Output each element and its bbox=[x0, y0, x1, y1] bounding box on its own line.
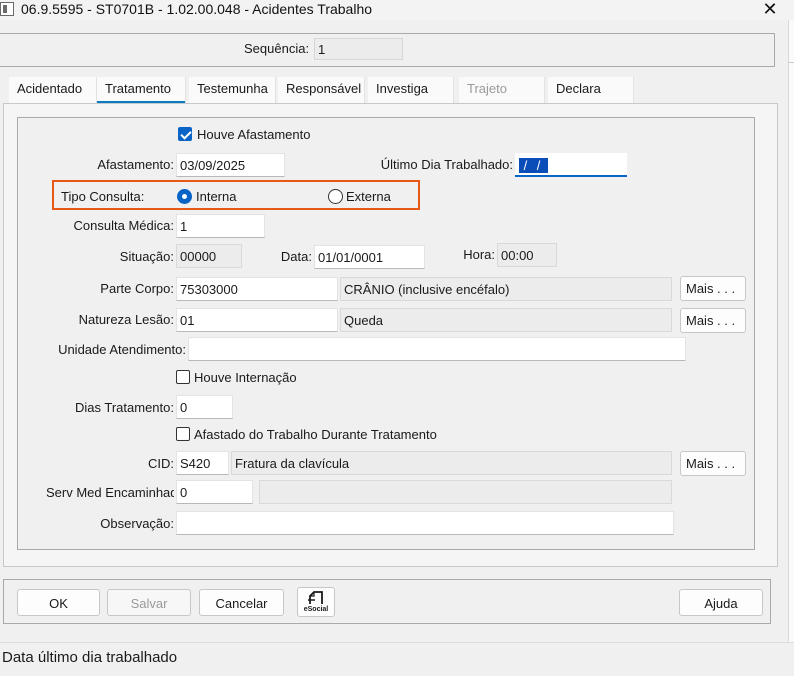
tab-responsavel[interactable]: Responsável bbox=[278, 77, 365, 103]
houve-internacao-label: Houve Internação bbox=[194, 370, 297, 385]
natureza-lesao-label: Natureza Lesão: bbox=[78, 312, 174, 327]
cid-code-input[interactable]: S420 bbox=[176, 451, 229, 475]
background-window-edge bbox=[788, 20, 794, 676]
sequence-field: 1 bbox=[314, 38, 403, 60]
situacao-label: Situação: bbox=[119, 249, 174, 264]
ultimo-dia-label: Último Dia Trabalhado: bbox=[380, 157, 513, 172]
cid-description: Fratura da clavícula bbox=[231, 451, 672, 475]
observacao-input[interactable] bbox=[176, 511, 674, 535]
houve-internacao-checkbox[interactable] bbox=[176, 370, 190, 384]
esocial-label: eSocial bbox=[303, 606, 329, 613]
serv-med-label-text: Serv Med Encaminhado: bbox=[46, 485, 174, 500]
unidade-atendimento-label: Unidade Atendimento: bbox=[58, 342, 186, 357]
tab-trajeto: Trajeto bbox=[459, 77, 545, 103]
cid-more-button[interactable]: Mais . . . bbox=[680, 451, 746, 476]
sequence-label: Sequência: bbox=[244, 41, 310, 56]
hora-label: Hora: bbox=[463, 247, 495, 262]
radio-interna-label: Interna bbox=[196, 189, 237, 204]
radio-externa-label: Externa bbox=[346, 189, 391, 204]
tab-acidentado[interactable]: Acidentado bbox=[9, 77, 97, 103]
parte-corpo-more-button[interactable]: Mais . . . bbox=[680, 276, 746, 301]
tab-declara[interactable]: Declara bbox=[548, 77, 634, 103]
serv-med-label: Serv Med Encaminhado: bbox=[46, 485, 174, 500]
parte-corpo-description: CRÂNIO (inclusive encéfalo) bbox=[340, 277, 672, 301]
natureza-lesao-more-button[interactable]: Mais . . . bbox=[680, 308, 746, 333]
ultimo-dia-selected-text: / / bbox=[519, 158, 548, 173]
esocial-icon bbox=[308, 591, 323, 604]
cancelar-button[interactable]: Cancelar bbox=[199, 589, 284, 616]
houve-afastamento-label: Houve Afastamento bbox=[197, 127, 311, 142]
consulta-medica-label: Consulta Médica: bbox=[73, 218, 174, 233]
esocial-button[interactable]: eSocial bbox=[297, 587, 335, 617]
tab-testemunha[interactable]: Testemunha bbox=[189, 77, 276, 103]
data-label: Data: bbox=[280, 249, 312, 264]
unidade-atendimento-input[interactable] bbox=[188, 337, 686, 361]
dias-tratamento-label: Dias Tratamento: bbox=[75, 400, 174, 415]
salvar-button: Salvar bbox=[107, 589, 191, 616]
natureza-lesao-code-input[interactable]: 01 bbox=[176, 308, 338, 332]
status-text: Data último dia trabalhado bbox=[2, 649, 178, 666]
parte-corpo-code-input[interactable]: 75303000 bbox=[176, 277, 338, 301]
afastado-durante-tratamento-checkbox[interactable] bbox=[176, 427, 190, 441]
tab-investiga[interactable]: Investiga bbox=[368, 77, 454, 103]
dias-tratamento-input[interactable]: 0 bbox=[176, 395, 233, 419]
afastado-durante-tratamento-label: Afastado do Trabalho Durante Tratamento bbox=[194, 427, 437, 442]
serv-med-description bbox=[259, 480, 672, 504]
close-icon[interactable]: ✕ bbox=[752, 0, 788, 20]
radio-interna[interactable] bbox=[177, 189, 192, 204]
parte-corpo-label: Parte Corpo: bbox=[100, 281, 174, 296]
window-title: 06.9.5595 - ST0701B - 1.02.00.048 - Acid… bbox=[21, 1, 373, 17]
serv-med-input[interactable]: 0 bbox=[176, 480, 253, 504]
radio-externa[interactable] bbox=[328, 189, 343, 204]
observacao-label: Observação: bbox=[100, 516, 174, 531]
cid-label: CID: bbox=[148, 456, 174, 471]
hora-field: 00:00 bbox=[497, 243, 557, 267]
ok-button[interactable]: OK bbox=[17, 589, 100, 616]
consulta-medica-input[interactable]: 1 bbox=[176, 214, 265, 238]
tab-tratamento[interactable]: Tratamento bbox=[97, 77, 186, 103]
houve-afastamento-checkbox[interactable] bbox=[178, 127, 192, 141]
tipo-consulta-label: Tipo Consulta: bbox=[61, 189, 145, 204]
natureza-lesao-description: Queda bbox=[340, 308, 672, 332]
ajuda-button[interactable]: Ajuda bbox=[679, 589, 763, 616]
situacao-field: 00000 bbox=[176, 244, 242, 268]
app-window-icon bbox=[0, 2, 14, 16]
data-input[interactable]: 01/01/0001 bbox=[314, 245, 425, 269]
afastamento-label: Afastamento: bbox=[97, 157, 174, 172]
afastamento-date-input[interactable]: 03/09/2025 bbox=[176, 153, 285, 177]
